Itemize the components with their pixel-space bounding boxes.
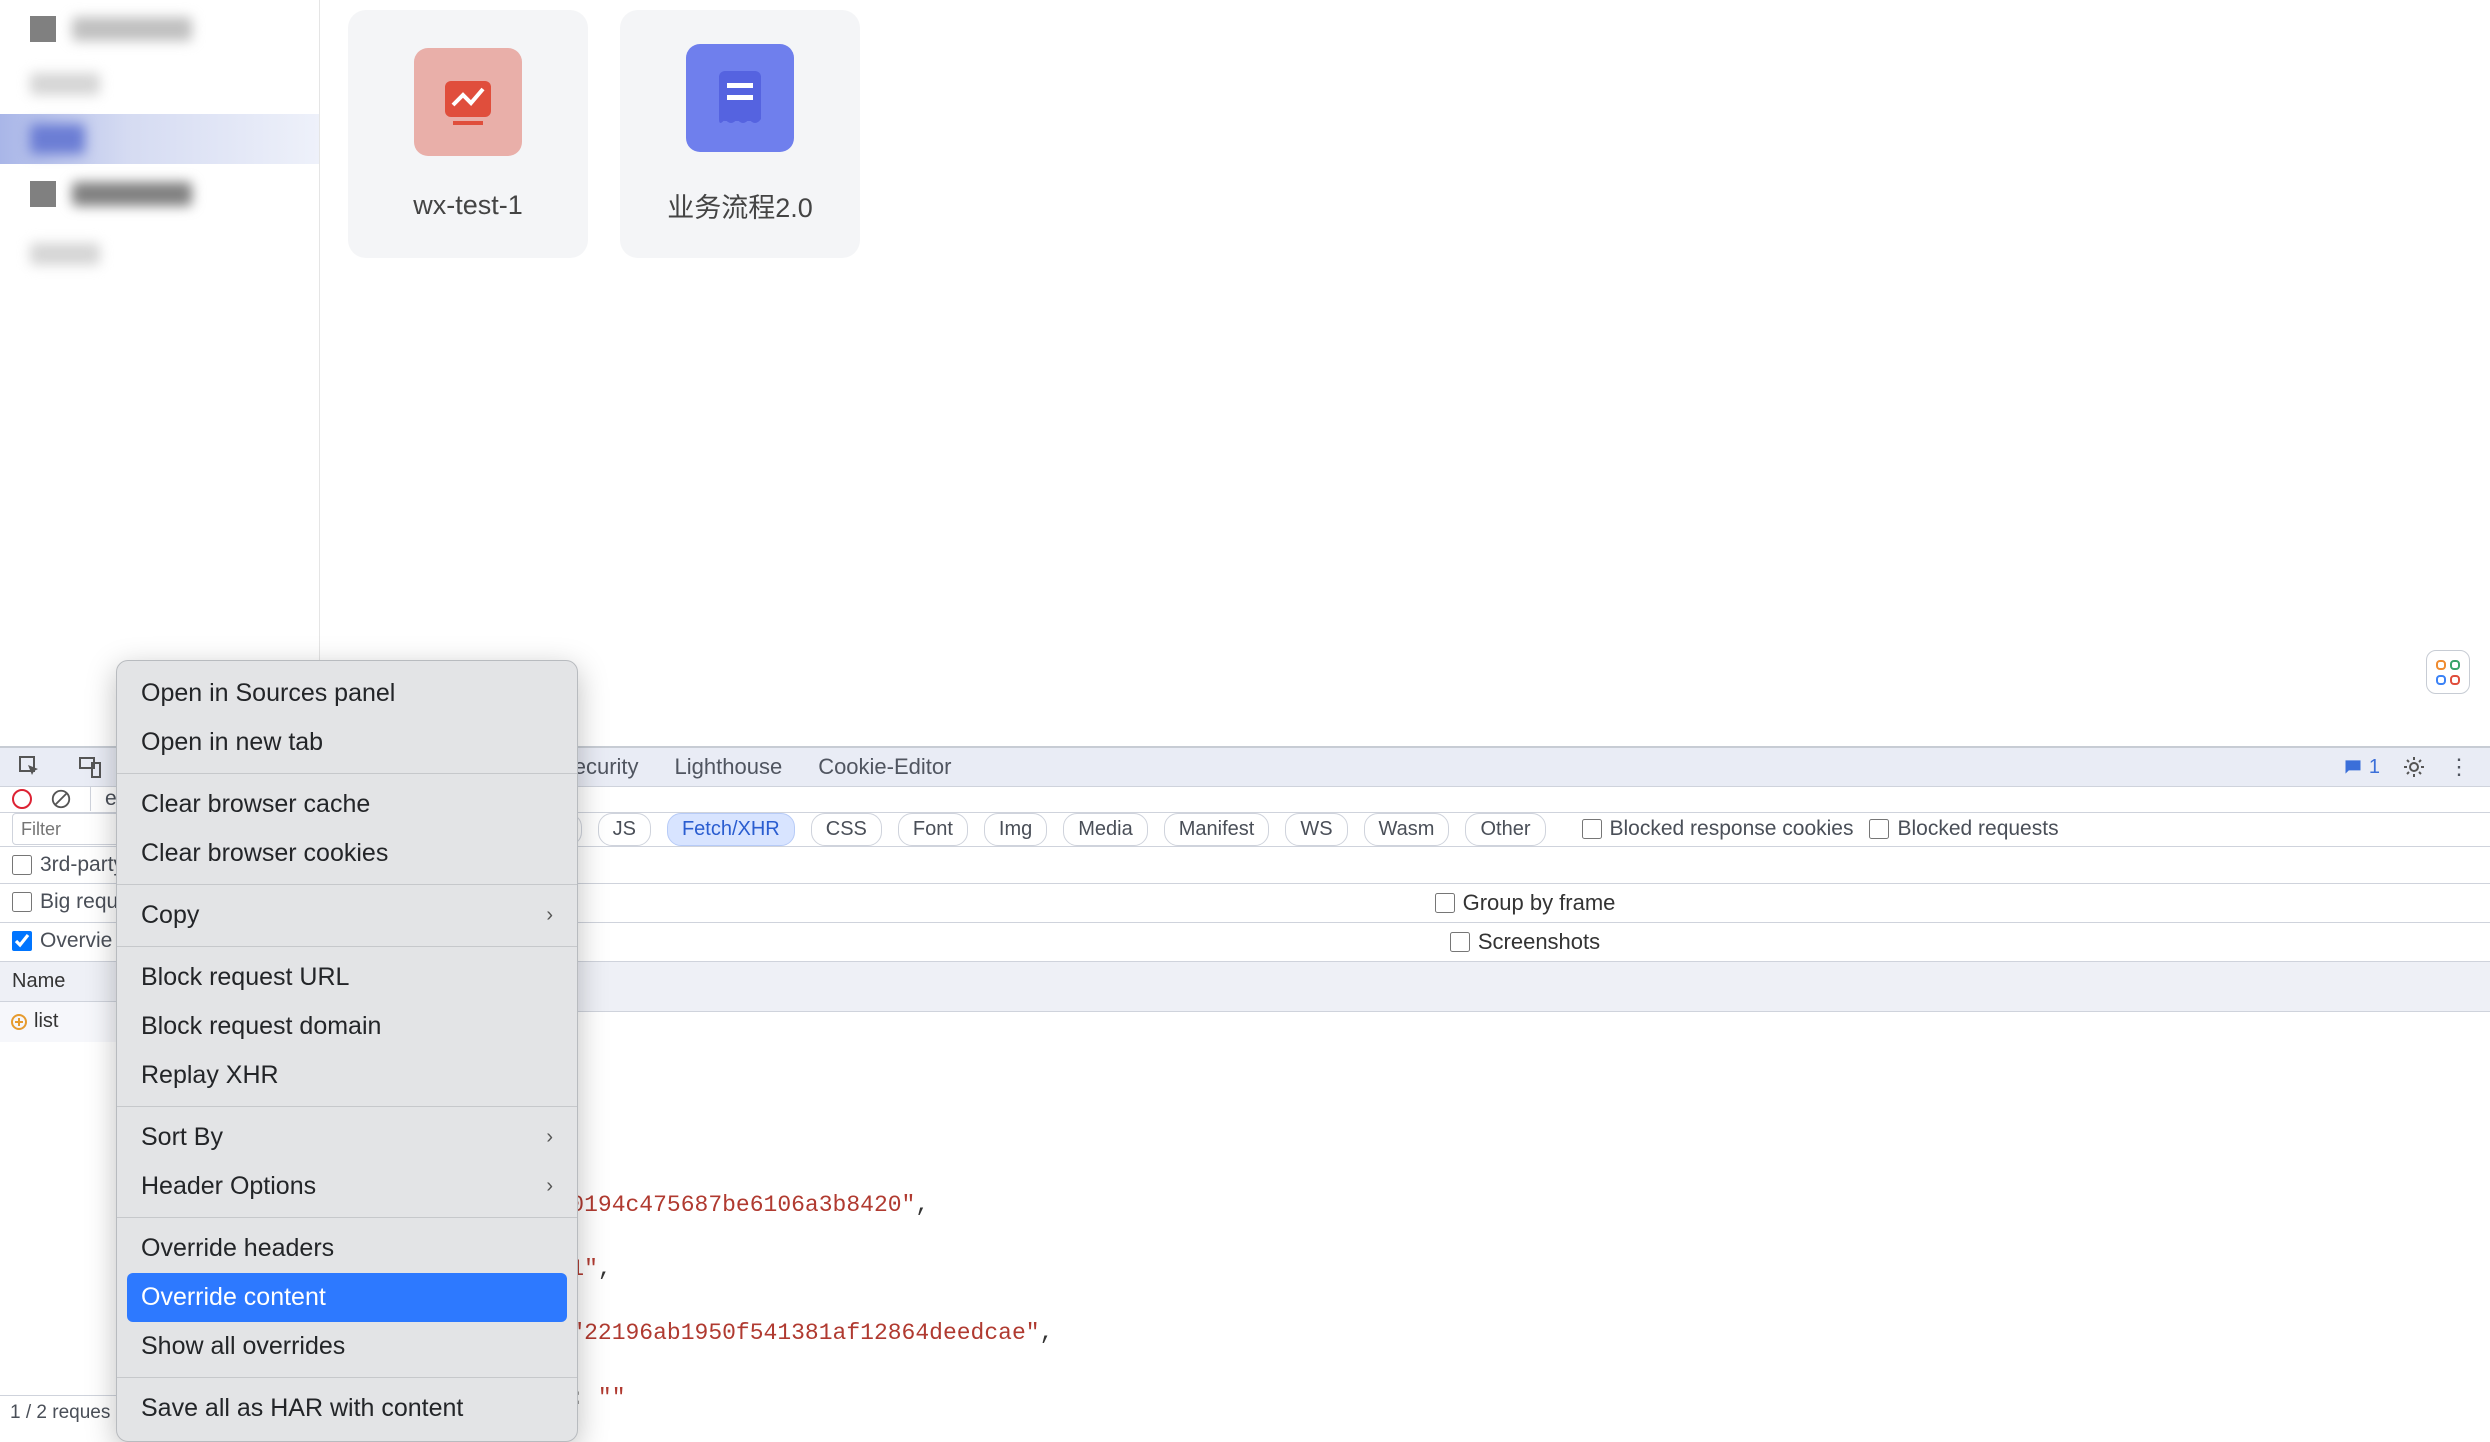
- filter-pill-other[interactable]: Other: [1465, 813, 1545, 846]
- record-button[interactable]: [12, 789, 32, 809]
- filter-input[interactable]: [12, 813, 122, 845]
- rail-item[interactable]: [0, 4, 319, 54]
- chevron-right-icon: ›: [546, 1126, 553, 1149]
- filter-pill-media[interactable]: Media: [1063, 813, 1147, 846]
- more-icon[interactable]: ⋮: [2448, 754, 2472, 780]
- ctx-separator: [117, 946, 577, 947]
- request-list-header[interactable]: Name: [0, 962, 129, 1002]
- ctx-header-options[interactable]: Header Options›: [117, 1162, 577, 1211]
- inspect-icon[interactable]: [18, 755, 42, 779]
- app-card[interactable]: wx-test-1: [348, 10, 588, 258]
- tab-cookie-editor[interactable]: Cookie-Editor: [818, 748, 951, 786]
- ctx-separator: [117, 1377, 577, 1378]
- ctx-separator: [117, 884, 577, 885]
- filter-pill-wasm[interactable]: Wasm: [1364, 813, 1450, 846]
- app-card-label: wx-test-1: [413, 190, 523, 221]
- xhr-icon: [10, 1013, 28, 1031]
- ctx-replay-xhr[interactable]: Replay XHR: [117, 1051, 577, 1100]
- device-icon[interactable]: [78, 755, 102, 779]
- app-top-area: wx-test-1 业务流程2.0: [0, 0, 2490, 746]
- group-by-frame-checkbox[interactable]: Group by frame: [1435, 890, 1616, 916]
- app-content: wx-test-1 业务流程2.0: [320, 0, 2490, 746]
- ctx-separator: [117, 1217, 577, 1218]
- filter-pill-manifest[interactable]: Manifest: [1164, 813, 1270, 846]
- filter-pill-ws[interactable]: WS: [1285, 813, 1347, 846]
- filter-pill-font[interactable]: Font: [898, 813, 968, 846]
- ctx-separator: [117, 773, 577, 774]
- filter-pill-css[interactable]: CSS: [811, 813, 882, 846]
- clear-icon[interactable]: [50, 788, 72, 810]
- request-name: list: [34, 1010, 58, 1033]
- tab-lighthouse[interactable]: Lighthouse: [675, 748, 783, 786]
- ctx-clear-cookies[interactable]: Clear browser cookies: [117, 829, 577, 878]
- messages-badge[interactable]: 1: [2343, 756, 2380, 779]
- ctx-override-headers[interactable]: Override headers: [117, 1224, 577, 1273]
- rail-item[interactable]: [0, 164, 319, 224]
- rail-item[interactable]: [0, 54, 319, 114]
- screenshots-checkbox[interactable]: Screenshots: [1450, 929, 1600, 955]
- request-list-footer: 1 / 2 reques: [0, 1395, 129, 1430]
- color-grid-button[interactable]: [2426, 650, 2470, 694]
- rail-item-active[interactable]: [0, 114, 319, 164]
- left-rail: [0, 0, 320, 746]
- app-card-label: 业务流程2.0: [667, 186, 813, 225]
- ctx-save-har[interactable]: Save all as HAR with content: [117, 1384, 577, 1433]
- ctx-override-content[interactable]: Override content: [127, 1273, 567, 1322]
- ctx-separator: [117, 1106, 577, 1107]
- rail-item[interactable]: [0, 224, 319, 284]
- blocked-requests-checkbox[interactable]: Blocked requests: [1869, 817, 2058, 841]
- messages-count: 1: [2369, 756, 2380, 779]
- blocked-cookies-checkbox[interactable]: Blocked response cookies: [1582, 817, 1854, 841]
- context-menu: Open in Sources panel Open in new tab Cl…: [116, 660, 578, 1442]
- request-row[interactable]: list: [0, 1002, 129, 1042]
- ctx-block-url[interactable]: Block request URL: [117, 953, 577, 1002]
- ctx-block-domain[interactable]: Block request domain: [117, 1002, 577, 1051]
- chevron-right-icon: ›: [546, 1175, 553, 1198]
- gear-icon[interactable]: [2402, 755, 2426, 779]
- ctx-show-overrides[interactable]: Show all overrides: [117, 1322, 577, 1371]
- filter-pill-img[interactable]: Img: [984, 813, 1047, 846]
- ctx-sort-by[interactable]: Sort By›: [117, 1113, 577, 1162]
- app-card[interactable]: 业务流程2.0: [620, 10, 860, 258]
- ctx-copy[interactable]: Copy›: [117, 891, 577, 940]
- app-card-icon-chart: [414, 48, 522, 156]
- ctx-open-sources[interactable]: Open in Sources panel: [117, 669, 577, 718]
- filter-pill-js[interactable]: JS: [598, 813, 651, 846]
- request-list: Name list 1 / 2 reques: [0, 962, 130, 1430]
- filter-pill-fetch[interactable]: Fetch/XHR: [667, 813, 795, 846]
- app-card-icon-doc: [686, 44, 794, 152]
- chevron-right-icon: ›: [546, 904, 553, 927]
- ctx-clear-cache[interactable]: Clear browser cache: [117, 780, 577, 829]
- ctx-open-new-tab[interactable]: Open in new tab: [117, 718, 577, 767]
